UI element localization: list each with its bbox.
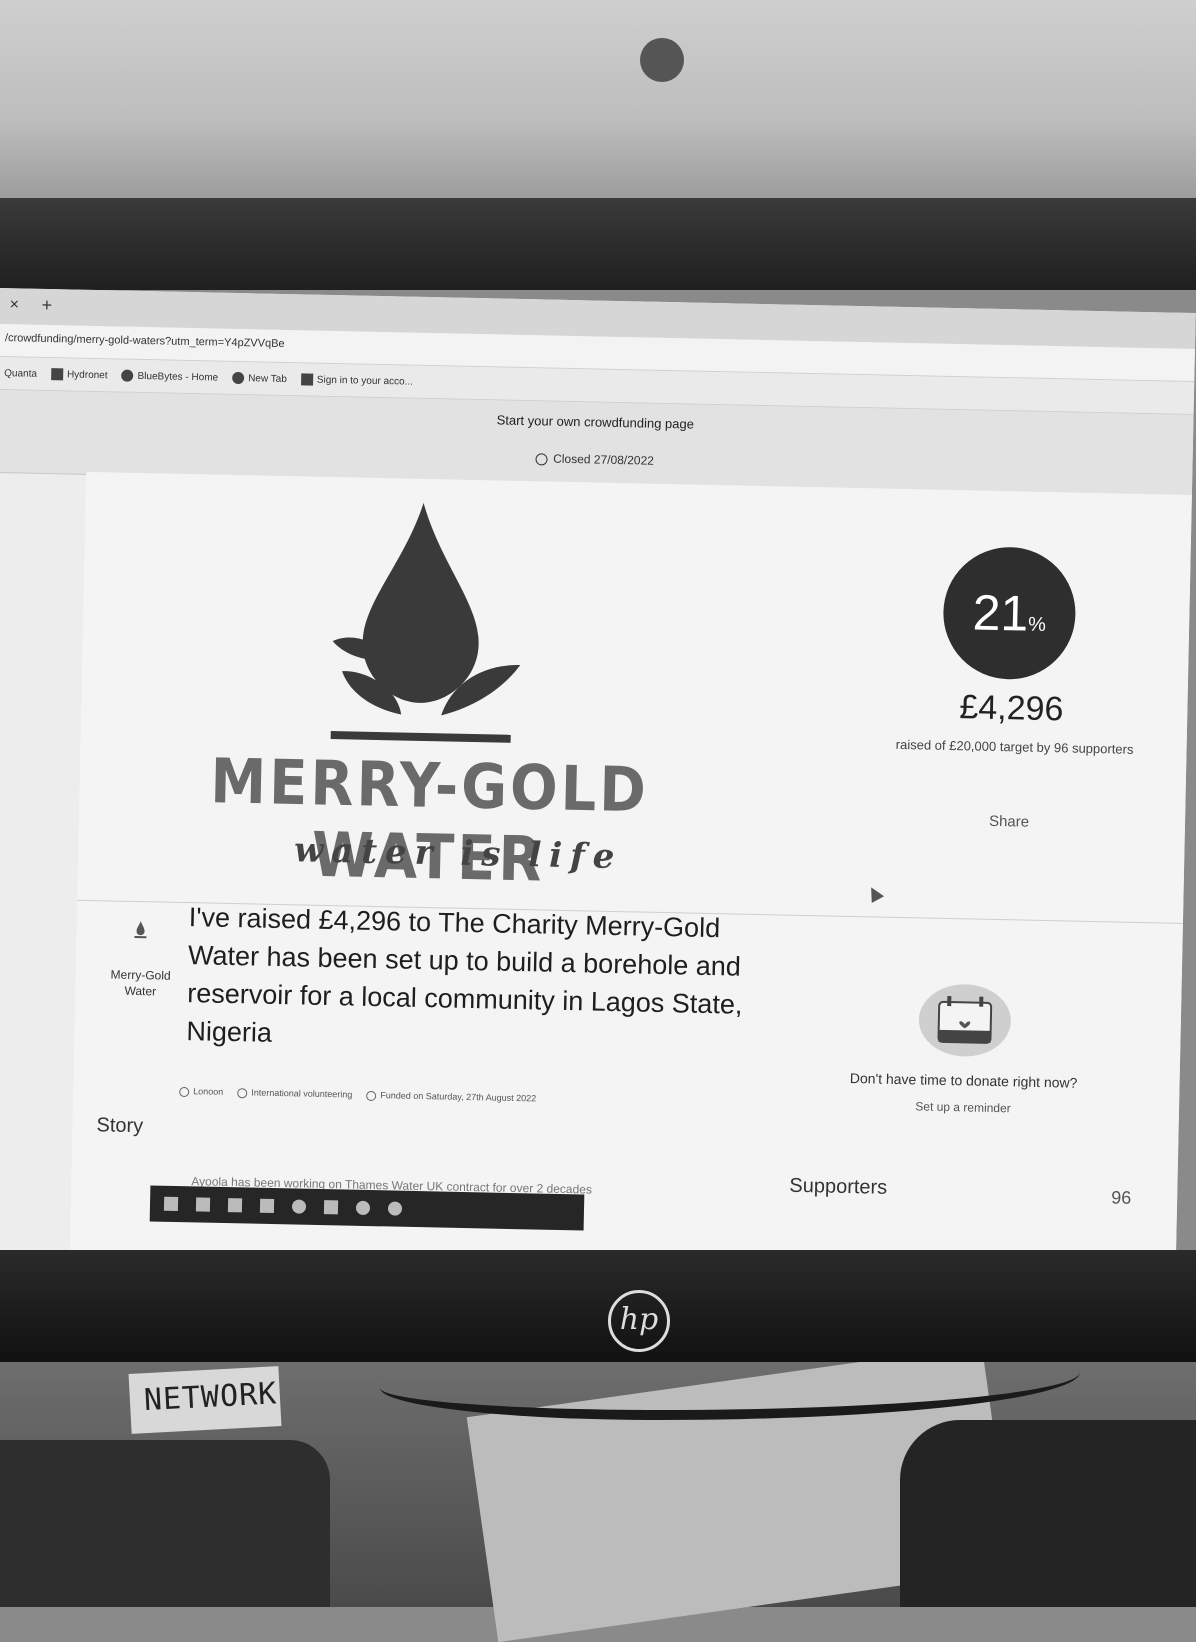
campaign-content: MERRY-GOLD WATER water is life 21% £4,29…: [69, 471, 1192, 1277]
bookmark-label: Quanta: [4, 367, 38, 380]
mouse-cursor-icon: [865, 883, 885, 903]
bookmark-label: Hydronet: [66, 368, 108, 381]
closed-date: Closed 27/08/2022: [553, 451, 655, 468]
meta-location: Lonoon: [179, 1086, 223, 1098]
chrome-icon: [232, 371, 245, 385]
meta-funded: Funded on Saturday, 27th August 2022: [366, 1090, 536, 1104]
set-reminder-link[interactable]: Set up a reminder: [863, 1098, 1063, 1116]
share-button[interactable]: Share: [939, 812, 1079, 832]
tab-close-icon[interactable]: ×: [9, 296, 19, 314]
grid-icon: [50, 368, 64, 381]
progress-percent: 21: [972, 584, 1029, 642]
meta-location-text: Lonoon: [193, 1086, 224, 1097]
taskbar-word-icon[interactable]: [323, 1200, 339, 1215]
taskbar-task-view-icon[interactable]: [163, 1196, 179, 1212]
taskbar-outlook-icon[interactable]: [259, 1198, 275, 1214]
amount-raised: £4,296: [959, 688, 1064, 729]
bookmark-hydronet[interactable]: Hydronet: [50, 368, 108, 381]
wall-spot: [640, 38, 684, 82]
meta-category: International volunteering: [237, 1087, 352, 1100]
monitor-screen: × + /crowdfunding/merry-gold-waters?utm_…: [0, 288, 1196, 1277]
progress-circle: 21%: [942, 545, 1077, 681]
bookmark-bluebytes[interactable]: BlueBytes - Home: [121, 369, 219, 384]
meta-funded-text: Funded on Saturday, 27th August 2022: [380, 1090, 537, 1104]
desk-object-left: [0, 1440, 330, 1607]
taskbar-excel-icon[interactable]: [227, 1198, 243, 1213]
raised-target-summary: raised of £20,000 target by 96 supporter…: [895, 736, 1134, 757]
taskbar-folder-icon[interactable]: [195, 1197, 211, 1212]
new-tab-icon[interactable]: +: [41, 295, 52, 316]
timer-icon: [535, 453, 548, 466]
bookmark-label: BlueBytes - Home: [137, 370, 219, 384]
bookmark-label: Sign in to your acco...: [316, 374, 414, 388]
taskbar-chrome-icon[interactable]: [355, 1200, 371, 1216]
calendar-icon: [366, 1090, 377, 1101]
desk-object-right: [900, 1420, 1196, 1607]
water-drop-icon: [330, 502, 521, 743]
campaign-headline: I've raised £4,296 to The Charity Merry-…: [186, 902, 743, 1048]
taskbar-edge-icon[interactable]: [291, 1199, 307, 1214]
supporters-count: 96: [1110, 1187, 1132, 1208]
background-wall: [0, 0, 1196, 200]
url-text[interactable]: /crowdfunding/merry-gold-waters?utm_term…: [5, 332, 285, 350]
bookmark-sign-in[interactable]: Sign in to your acco...: [300, 373, 414, 388]
globe-icon: [121, 369, 134, 382]
bookmark-quanta[interactable]: Quanta: [4, 368, 37, 380]
org-name[interactable]: Merry-Gold Water: [95, 966, 186, 1000]
supporters-heading: Supporters: [789, 1174, 888, 1199]
story-heading: Story: [96, 1114, 144, 1138]
monitor-bezel-top: [0, 198, 1196, 290]
category-icon: [237, 1087, 248, 1098]
network-label-text: NETWORK: [143, 1376, 279, 1419]
monitor-bezel-bottom: hp: [0, 1250, 1196, 1362]
bookmark-new-tab[interactable]: New Tab: [232, 371, 287, 385]
org-avatar-icon: [134, 921, 147, 939]
merry-gold-water-logo: MERRY-GOLD WATER water is life: [148, 487, 716, 896]
taskbar-app-icon[interactable]: [387, 1201, 403, 1216]
bookmark-label: New Tab: [248, 372, 287, 385]
reminder-question: Don't have time to donate right now?: [849, 1069, 1078, 1091]
hp-logo: hp: [608, 1290, 670, 1352]
meta-category-text: International volunteering: [251, 1087, 353, 1100]
network-label-sticker: NETWORK: [128, 1366, 282, 1434]
campaign-meta: Lonoon International volunteering Funded…: [179, 1086, 739, 1108]
grid-icon: [300, 373, 313, 386]
location-icon: [179, 1086, 190, 1097]
reminder-calendar-icon: [918, 984, 1011, 1057]
progress-percent-sign: %: [1027, 613, 1047, 636]
